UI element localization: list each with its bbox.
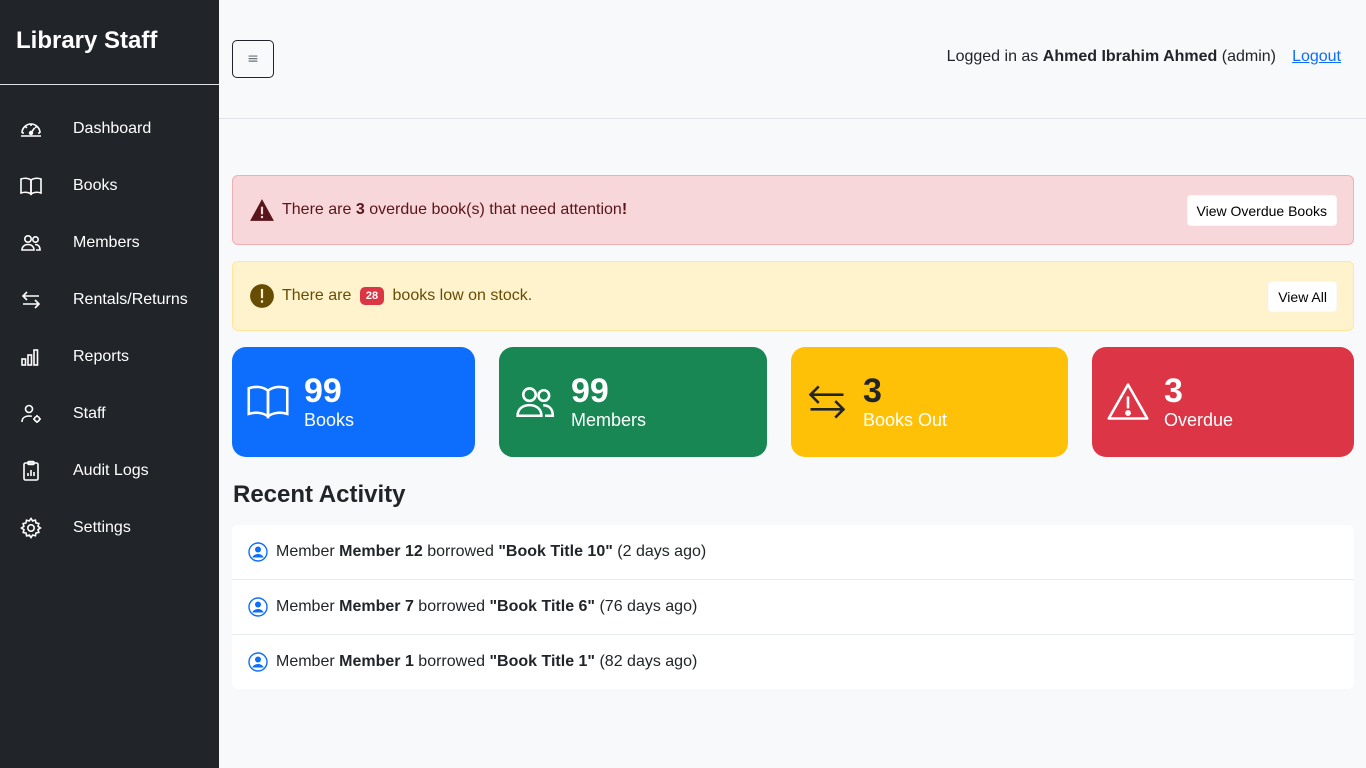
stat-members-label: Members xyxy=(571,410,647,430)
stat-books-value: 99 xyxy=(304,372,342,410)
low-stock-alert: There are 28 books low on stock. View Al… xyxy=(232,261,1354,331)
activity-book: "Book Title 1" xyxy=(489,653,596,670)
people-icon xyxy=(516,387,555,418)
activity-time: (2 days ago) xyxy=(617,543,707,560)
list-item: Member Member 1 borrowed "Book Title 1" … xyxy=(232,635,1354,689)
user-role: (admin) xyxy=(1221,48,1276,65)
sidebar-item-settings[interactable]: Settings xyxy=(0,499,219,556)
sidebar-nav: Dashboard Books Members Rentals/Returns … xyxy=(0,100,219,556)
book-icon xyxy=(247,385,289,419)
sidebar-item-books[interactable]: Books xyxy=(0,157,219,214)
sidebar-item-label: Reports xyxy=(73,347,130,365)
sidebar-item-members[interactable]: Members xyxy=(0,214,219,271)
activity-member: Member 1 xyxy=(339,653,414,670)
activity-book: "Book Title 6" xyxy=(489,598,596,615)
overdue-alert-text: There are 3 overdue book(s) that need at… xyxy=(282,201,628,218)
arrows-exchange-icon xyxy=(808,385,846,419)
activity-member: Member 7 xyxy=(339,598,414,615)
sidebar-item-label: Audit Logs xyxy=(73,461,149,479)
sidebar-item-label: Settings xyxy=(73,518,131,536)
book-icon xyxy=(18,173,44,199)
sidebar-item-label: Books xyxy=(73,176,118,194)
sidebar-item-label: Rentals/Returns xyxy=(73,290,188,308)
activity-time: (76 days ago) xyxy=(599,598,698,615)
sidebar: Library Staff Dashboard Books Members Re… xyxy=(0,0,219,768)
logged-in-prefix: Logged in as xyxy=(946,48,1039,65)
overdue-alert: There are 3 overdue book(s) that need at… xyxy=(232,175,1354,245)
activity-time: (82 days ago) xyxy=(599,653,698,670)
low-stock-count-badge: 28 xyxy=(359,287,385,305)
sidebar-item-dashboard[interactable]: Dashboard xyxy=(0,100,219,157)
warning-triangle-icon xyxy=(1107,383,1149,420)
arrows-exchange-icon xyxy=(18,287,44,313)
gear-icon xyxy=(18,515,44,541)
clipboard-data-icon xyxy=(18,458,44,484)
stat-card-books-out[interactable]: 3 Books Out xyxy=(791,347,1068,457)
top-header: ≡ Logged in as Ahmed Ibrahim Ahmed (admi… xyxy=(219,0,1366,119)
user-name: Ahmed Ibrahim Ahmed xyxy=(1042,48,1218,65)
view-overdue-books-button[interactable]: View Overdue Books xyxy=(1186,195,1337,226)
sidebar-item-label: Dashboard xyxy=(73,119,152,137)
person-gear-icon xyxy=(18,401,44,427)
stat-overdue-value: 3 xyxy=(1164,372,1183,410)
exclamation-circle-icon xyxy=(249,283,275,309)
sidebar-toggle-button[interactable]: ≡ xyxy=(232,40,274,78)
people-icon xyxy=(18,230,44,256)
stat-books-out-label: Books Out xyxy=(863,410,948,430)
low-stock-alert-text: There are 28 books low on stock. xyxy=(282,287,533,305)
stat-books-out-value: 3 xyxy=(863,372,882,410)
stat-card-books[interactable]: 99 Books xyxy=(232,347,475,457)
sidebar-item-label: Staff xyxy=(73,404,106,422)
list-item: Member Member 12 borrowed "Book Title 10… xyxy=(232,525,1354,580)
stat-card-overdue[interactable]: 3 Overdue xyxy=(1092,347,1354,457)
person-circle-icon xyxy=(248,597,268,617)
speedometer-icon xyxy=(18,116,44,142)
person-circle-icon xyxy=(248,542,268,562)
activity-member: Member 12 xyxy=(339,543,423,560)
sidebar-item-rentals-returns[interactable]: Rentals/Returns xyxy=(0,271,219,328)
sidebar-item-label: Members xyxy=(73,233,140,251)
overdue-count: 3 xyxy=(355,201,365,218)
stat-books-label: Books xyxy=(304,410,355,430)
list-item: Member Member 7 borrowed "Book Title 6" … xyxy=(232,580,1354,635)
view-all-low-stock-button[interactable]: View All xyxy=(1268,281,1337,312)
bar-chart-icon xyxy=(18,344,44,370)
stat-overdue-label: Overdue xyxy=(1164,410,1234,430)
stat-members-value: 99 xyxy=(571,372,609,410)
sidebar-item-audit-logs[interactable]: Audit Logs xyxy=(0,442,219,499)
recent-activity-title: Recent Activity xyxy=(233,481,406,508)
logged-in-user: Logged in as Ahmed Ibrahim Ahmed (admin) xyxy=(947,48,1276,66)
recent-activity-list: Member Member 12 borrowed "Book Title 10… xyxy=(232,525,1354,689)
stat-card-members[interactable]: 99 Members xyxy=(499,347,767,457)
logout-link[interactable]: Logout xyxy=(1292,48,1341,66)
activity-book: "Book Title 10" xyxy=(498,543,613,560)
person-circle-icon xyxy=(248,652,268,672)
sidebar-item-reports[interactable]: Reports xyxy=(0,328,219,385)
warning-triangle-icon xyxy=(249,197,275,223)
sidebar-item-staff[interactable]: Staff xyxy=(0,385,219,442)
brand-title: Library Staff xyxy=(0,0,219,85)
